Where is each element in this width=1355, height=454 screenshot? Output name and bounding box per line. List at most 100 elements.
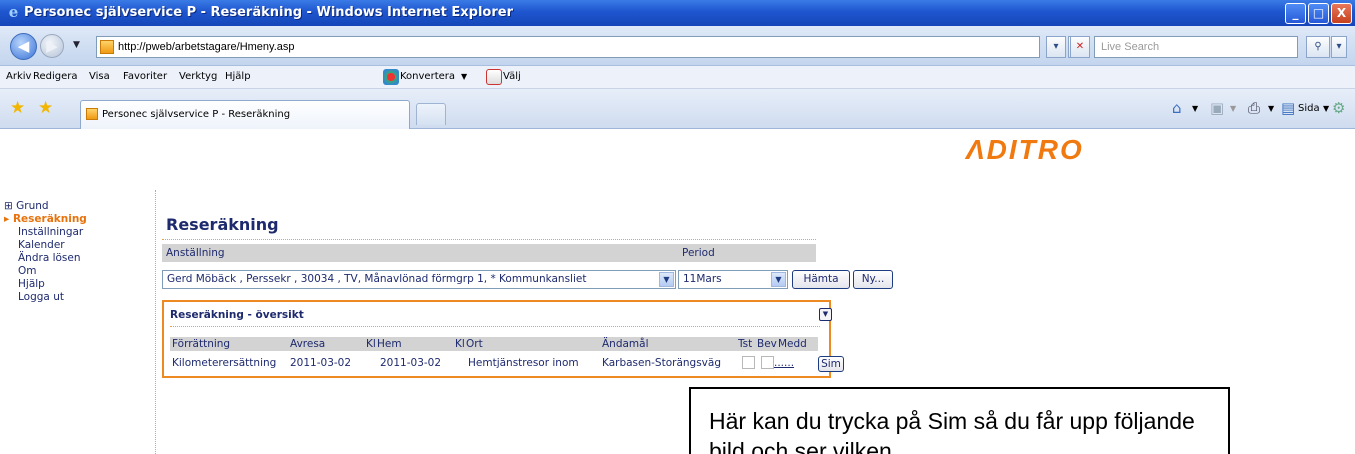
search-input[interactable]: Live Search <box>1094 36 1298 58</box>
chevron-down-icon[interactable]: ▼ <box>659 272 674 287</box>
fetch-button[interactable]: Hämta <box>792 270 850 289</box>
form-header-row: Anställning Period <box>162 244 816 262</box>
convert-menu[interactable]: Konvertera <box>400 70 455 84</box>
col-hem: Hem <box>377 338 402 350</box>
instruction-callout: Här kan du trycka på Sim så du får upp f… <box>689 387 1230 454</box>
search-options-dropdown[interactable]: ▾ <box>1331 36 1347 58</box>
back-button[interactable]: ◀ <box>10 33 37 60</box>
home-icon[interactable]: ⌂ <box>1172 100 1182 116</box>
sidebar-item-label: Reseräkning <box>12 213 87 225</box>
tab-title: Personec självservice P - Reseräkning <box>102 109 291 120</box>
sidebar-item-hjalp[interactable]: Hjälp <box>4 278 152 291</box>
col-medd: Medd <box>778 338 807 350</box>
select-menu[interactable]: Välj <box>503 70 521 84</box>
tab-favicon-icon <box>86 108 98 120</box>
window-title-bar[interactable]: e Personec självservice P - Reseräkning … <box>0 0 1355 26</box>
period-select[interactable]: 11Mars ▼ <box>678 270 788 289</box>
sim-button[interactable]: Sim <box>818 356 844 372</box>
sidebar-item-kalender[interactable]: Kalender <box>4 239 152 252</box>
sidebar-item-grund[interactable]: ⊞ Grund <box>4 200 152 213</box>
convert-dropdown-icon[interactable]: ▼ <box>461 70 467 84</box>
new-button[interactable]: Ny... <box>853 270 893 289</box>
cell-avresa: 2011-03-02 <box>290 357 352 369</box>
feeds-dropdown-icon[interactable]: ▼ <box>1230 102 1236 116</box>
sidebar-item-label: Grund <box>16 200 49 212</box>
cell-andamal: Karbasen-Storängsväg <box>602 357 721 369</box>
page-icon: ▤ <box>1281 99 1296 117</box>
page-content: ΛDITRO ⊞ Grund ▸ Reseräkning Inställning… <box>0 130 1355 454</box>
col-forrattning: Förrättning <box>172 338 231 350</box>
sidebar-item-andra-losen[interactable]: Ändra lösen <box>4 252 152 265</box>
address-toolbar: ◀ ▶ ▼ http://pweb/arbetstagare/Hmeny.asp… <box>0 26 1355 66</box>
col-kl-2: Kl <box>455 338 465 350</box>
close-button[interactable]: X <box>1331 3 1352 24</box>
title-divider <box>162 239 816 240</box>
menu-redigera[interactable]: Redigera <box>33 70 78 84</box>
sidebar-divider <box>155 190 156 454</box>
menu-visa[interactable]: Visa <box>89 70 110 84</box>
maximize-button[interactable]: □ <box>1308 3 1329 24</box>
menu-verktyg[interactable]: Verktyg <box>179 70 217 84</box>
sidebar-item-reserakning[interactable]: ▸ Reseräkning <box>4 213 152 226</box>
search-icon[interactable]: ⚲ <box>1306 36 1330 58</box>
new-tab-button[interactable] <box>416 103 446 125</box>
tab-active[interactable]: Personec självservice P - Reseräkning <box>80 100 410 129</box>
overview-divider <box>170 326 820 327</box>
stop-button[interactable]: ✕ <box>1070 36 1090 58</box>
address-dropdown-button[interactable]: ▾ <box>1046 36 1066 58</box>
sidebar-item-installningar[interactable]: Inställningar <box>4 226 152 239</box>
col-ort: Ort <box>466 338 483 350</box>
employment-value: Gerd Möbäck , Perssekr , 30034 , TV, Mån… <box>167 273 587 285</box>
period-value: 11Mars <box>683 273 722 285</box>
add-favorites-icon[interactable]: ★ <box>38 99 53 117</box>
overview-panel: Reseräkning - översikt ▼ Förrättning Avr… <box>162 300 844 378</box>
page-title: Reseräkning <box>166 215 279 234</box>
page-dropdown-icon[interactable]: ▼ <box>1323 102 1329 116</box>
cell-hem: 2011-03-02 <box>380 357 442 369</box>
col-bev: Bev <box>757 338 777 350</box>
sidebar-nav: ⊞ Grund ▸ Reseräkning Inställningar Kale… <box>4 200 152 304</box>
overview-title: Reseräkning - översikt <box>170 309 304 321</box>
cell-forrattning: Kilometerersättning <box>172 357 277 369</box>
table-row[interactable]: Kilometerersättning 2011-03-02 2011-03-0… <box>170 355 844 372</box>
col-andamal: Ändamål <box>602 338 649 350</box>
employment-select[interactable]: Gerd Möbäck , Perssekr , 30034 , TV, Mån… <box>162 270 676 289</box>
address-field[interactable]: http://pweb/arbetstagare/Hmeny.asp <box>96 36 1040 58</box>
period-label: Period <box>682 247 715 259</box>
employment-label: Anställning <box>166 247 225 259</box>
bev-checkbox[interactable] <box>761 356 774 369</box>
tab-bar: ★ ★ Personec självservice P - Reseräknin… <box>0 89 1355 129</box>
sidebar-item-logga-ut[interactable]: Logga ut <box>4 291 152 304</box>
history-dropdown-icon[interactable]: ▼ <box>73 40 80 50</box>
minimize-button[interactable]: _ <box>1285 3 1306 24</box>
url-text[interactable]: http://pweb/arbetstagare/Hmeny.asp <box>118 40 295 54</box>
convert-icon <box>383 69 399 85</box>
chevron-down-icon[interactable]: ▼ <box>771 272 786 287</box>
feeds-icon[interactable]: ▣ <box>1210 100 1224 116</box>
collapse-icon[interactable]: ▼ <box>819 308 832 321</box>
col-avresa: Avresa <box>290 338 326 350</box>
col-kl-1: Kl <box>366 338 376 350</box>
select-icon <box>486 69 502 85</box>
overview-table-header: Förrättning Avresa Kl Hem Kl Ort Ändamål… <box>170 337 818 351</box>
menu-bar: Arkiv Redigera Visa Favoriter Verktyg Hj… <box>0 66 1355 89</box>
page-icon <box>100 40 114 54</box>
home-dropdown-icon[interactable]: ▼ <box>1192 102 1198 116</box>
callout-text: Här kan du trycka på Sim så du får upp f… <box>709 408 1195 454</box>
menu-hjalp[interactable]: Hjälp <box>225 70 251 84</box>
menu-favoriter[interactable]: Favoriter <box>123 70 167 84</box>
print-icon[interactable]: ⎙ <box>1248 100 1260 116</box>
page-menu[interactable]: Sida <box>1298 102 1320 116</box>
tst-checkbox[interactable] <box>742 356 755 369</box>
aditro-logo: ΛDITRO <box>966 134 1084 165</box>
menu-arkiv[interactable]: Arkiv <box>6 70 31 84</box>
medd-link[interactable]: ...... <box>774 356 794 370</box>
window-title: Personec självservice P - Reseräkning - … <box>24 5 513 20</box>
cell-ort: Hemtjänstresor inom <box>468 357 579 369</box>
internet-explorer-icon: e <box>8 3 19 21</box>
sidebar-item-om[interactable]: Om <box>4 265 152 278</box>
forward-button[interactable]: ▶ <box>40 34 64 58</box>
tools-icon: ⚙ <box>1332 99 1346 117</box>
favorites-star-icon[interactable]: ★ <box>10 99 25 117</box>
print-dropdown-icon[interactable]: ▼ <box>1268 102 1274 116</box>
